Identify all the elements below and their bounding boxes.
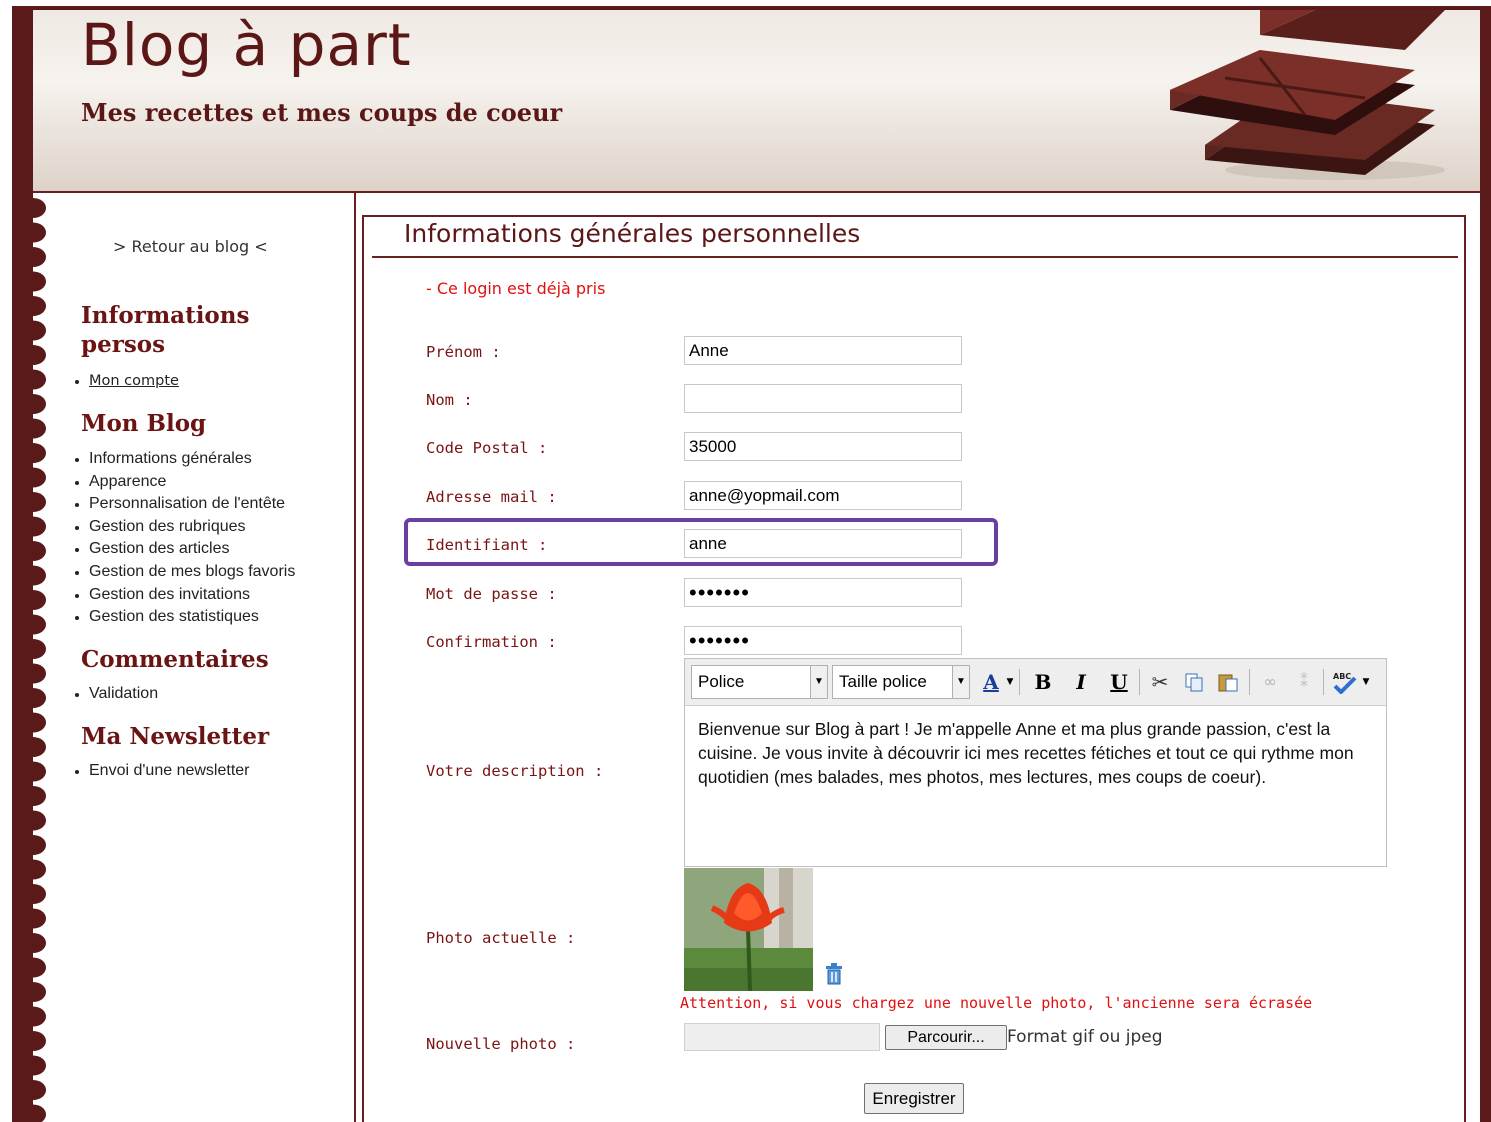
toolbar-divider xyxy=(1249,669,1250,695)
bold-icon[interactable]: B xyxy=(1031,667,1055,697)
prenom-label: Prénom : xyxy=(426,343,501,361)
sidebar-list-ma-newsletter: Envoi d'une newsletter xyxy=(67,760,249,783)
svg-text:ABC: ABC xyxy=(1333,672,1351,681)
sidebar-heading-mon-blog: Mon Blog xyxy=(81,410,207,437)
sidebar-item-apparence[interactable]: Apparence xyxy=(89,471,295,494)
chevron-down-icon: ▼ xyxy=(810,666,827,698)
text-color-icon[interactable]: A xyxy=(978,667,1004,697)
save-button[interactable]: Enregistrer xyxy=(864,1083,964,1114)
nouvelle-photo-label: Nouvelle photo : xyxy=(426,1035,576,1053)
photo-overwrite-warning: Attention, si vous chargez une nouvelle … xyxy=(680,994,1313,1012)
login-error-message: - Ce login est déjà pris xyxy=(426,279,606,298)
sidebar-list-mon-blog: Informations générales Apparence Personn… xyxy=(67,448,295,629)
sidebar-item-informations-generales[interactable]: Informations générales xyxy=(89,448,295,471)
heading-line: persos xyxy=(81,331,166,358)
site-tagline: Mes recettes et mes coups de coeur xyxy=(81,98,563,127)
description-editor[interactable]: Police ▼ Taille police ▼ A ▼ B I U ✂ ∞ ⁑… xyxy=(684,658,1387,867)
sidebar-link[interactable]: Gestion des articles xyxy=(89,540,230,557)
toolbar-divider xyxy=(1019,669,1020,695)
link-icon[interactable]: ∞ xyxy=(1257,667,1283,697)
scalloped-border xyxy=(20,198,46,1122)
editor-toolbar: Police ▼ Taille police ▼ A ▼ B I U ✂ ∞ ⁑… xyxy=(685,659,1386,706)
browse-button[interactable]: Parcourir... xyxy=(885,1025,1007,1050)
underline-icon[interactable]: U xyxy=(1107,667,1131,697)
main-panel: Informations générales personnelles - Ce… xyxy=(362,215,1466,1122)
paste-icon[interactable] xyxy=(1215,667,1241,697)
page-title: Informations générales personnelles xyxy=(404,219,861,248)
sidebar-item-gestion-articles[interactable]: Gestion des articles xyxy=(89,538,295,561)
font-size-select-value: Taille police xyxy=(839,672,927,691)
sidebar-link[interactable]: Personnalisation de l'entête xyxy=(89,495,285,512)
sidebar-list-commentaires: Validation xyxy=(67,683,158,706)
sidebar-item-gestion-blogs-favoris[interactable]: Gestion de mes blogs favoris xyxy=(89,561,295,584)
unlink-icon[interactable]: ⁑ xyxy=(1291,667,1317,697)
title-divider xyxy=(372,256,1458,258)
font-size-select[interactable]: Taille police ▼ xyxy=(832,665,970,699)
sidebar-item-gestion-statistiques[interactable]: Gestion des statistiques xyxy=(89,606,295,629)
spellcheck-icon[interactable]: ABC xyxy=(1330,667,1360,697)
site-title: Blog à part xyxy=(81,11,412,79)
chevron-down-icon[interactable]: ▼ xyxy=(1004,667,1016,697)
sidebar-link[interactable]: Apparence xyxy=(89,473,166,490)
sidebar-item-personnalisation-entete[interactable]: Personnalisation de l'entête xyxy=(89,493,295,516)
format-hint: Format gif ou jpeg xyxy=(1007,1027,1163,1047)
sidebar-item-mon-compte[interactable]: Mon compte xyxy=(89,370,179,393)
confirmation-label: Confirmation : xyxy=(426,633,557,651)
sidebar-heading-ma-newsletter: Ma Newsletter xyxy=(81,723,270,750)
file-path-field[interactable] xyxy=(684,1023,880,1051)
toolbar-divider xyxy=(1323,669,1324,695)
sidebar-list-informations-persos: Mon compte xyxy=(67,370,179,393)
photo-actuelle-label: Photo actuelle : xyxy=(426,929,576,947)
email-field[interactable] xyxy=(684,481,962,510)
site-header: Blog à part Mes recettes et mes coups de… xyxy=(33,10,1480,193)
toolbar-divider xyxy=(1139,669,1140,695)
back-to-blog-link[interactable]: > Retour au blog < xyxy=(113,237,268,256)
password-field[interactable] xyxy=(684,578,962,607)
current-photo xyxy=(684,868,813,991)
sidebar-link[interactable]: Gestion des rubriques xyxy=(89,518,246,535)
code-postal-label: Code Postal : xyxy=(426,439,548,457)
sidebar-link[interactable]: Gestion des invitations xyxy=(89,586,250,603)
description-label: Votre description : xyxy=(426,762,604,780)
sidebar-link[interactable]: Gestion des statistiques xyxy=(89,608,259,625)
code-postal-field[interactable] xyxy=(684,432,962,461)
copy-icon[interactable] xyxy=(1181,667,1207,697)
nom-label: Nom : xyxy=(426,391,473,409)
chocolate-image xyxy=(1170,10,1445,180)
chevron-down-icon: ▼ xyxy=(952,666,969,698)
identifiant-highlight-box xyxy=(404,518,998,566)
prenom-field[interactable] xyxy=(684,336,962,365)
page-body: > Retour au blog < Informations persos M… xyxy=(33,193,1480,1122)
description-text[interactable]: Bienvenue sur Blog à part ! Je m'appelle… xyxy=(698,717,1373,789)
confirmation-field[interactable] xyxy=(684,626,962,655)
italic-icon[interactable]: I xyxy=(1069,667,1093,697)
sidebar-heading-informations-persos: Informations persos xyxy=(81,301,249,359)
sidebar-link[interactable]: Envoi d'une newsletter xyxy=(89,762,249,779)
sidebar-link[interactable]: Informations générales xyxy=(89,450,252,467)
font-select[interactable]: Police ▼ xyxy=(691,665,828,699)
email-label: Adresse mail : xyxy=(426,488,557,506)
chevron-down-icon[interactable]: ▼ xyxy=(1360,667,1372,697)
sidebar-item-gestion-invitations[interactable]: Gestion des invitations xyxy=(89,584,295,607)
trash-icon[interactable] xyxy=(823,961,845,985)
font-select-value: Police xyxy=(698,672,745,691)
sidebar-item-envoi-newsletter[interactable]: Envoi d'une newsletter xyxy=(89,760,249,783)
heading-line: Informations xyxy=(81,302,250,329)
mot-de-passe-label: Mot de passe : xyxy=(426,585,557,603)
sidebar-link[interactable]: Validation xyxy=(89,685,158,702)
nom-field[interactable] xyxy=(684,384,962,413)
sidebar-item-gestion-rubriques[interactable]: Gestion des rubriques xyxy=(89,516,295,539)
right-border xyxy=(1480,6,1491,1122)
page-frame: Blog à part Mes recettes et mes coups de… xyxy=(12,6,1491,1122)
sidebar-link[interactable]: Mon compte xyxy=(89,373,179,389)
sidebar-link[interactable]: Gestion de mes blogs favoris xyxy=(89,563,295,580)
sidebar-heading-commentaires: Commentaires xyxy=(81,646,269,673)
cut-icon[interactable]: ✂ xyxy=(1147,667,1173,697)
sidebar-item-validation[interactable]: Validation xyxy=(89,683,158,706)
sidebar: > Retour au blog < Informations persos M… xyxy=(33,193,356,1122)
